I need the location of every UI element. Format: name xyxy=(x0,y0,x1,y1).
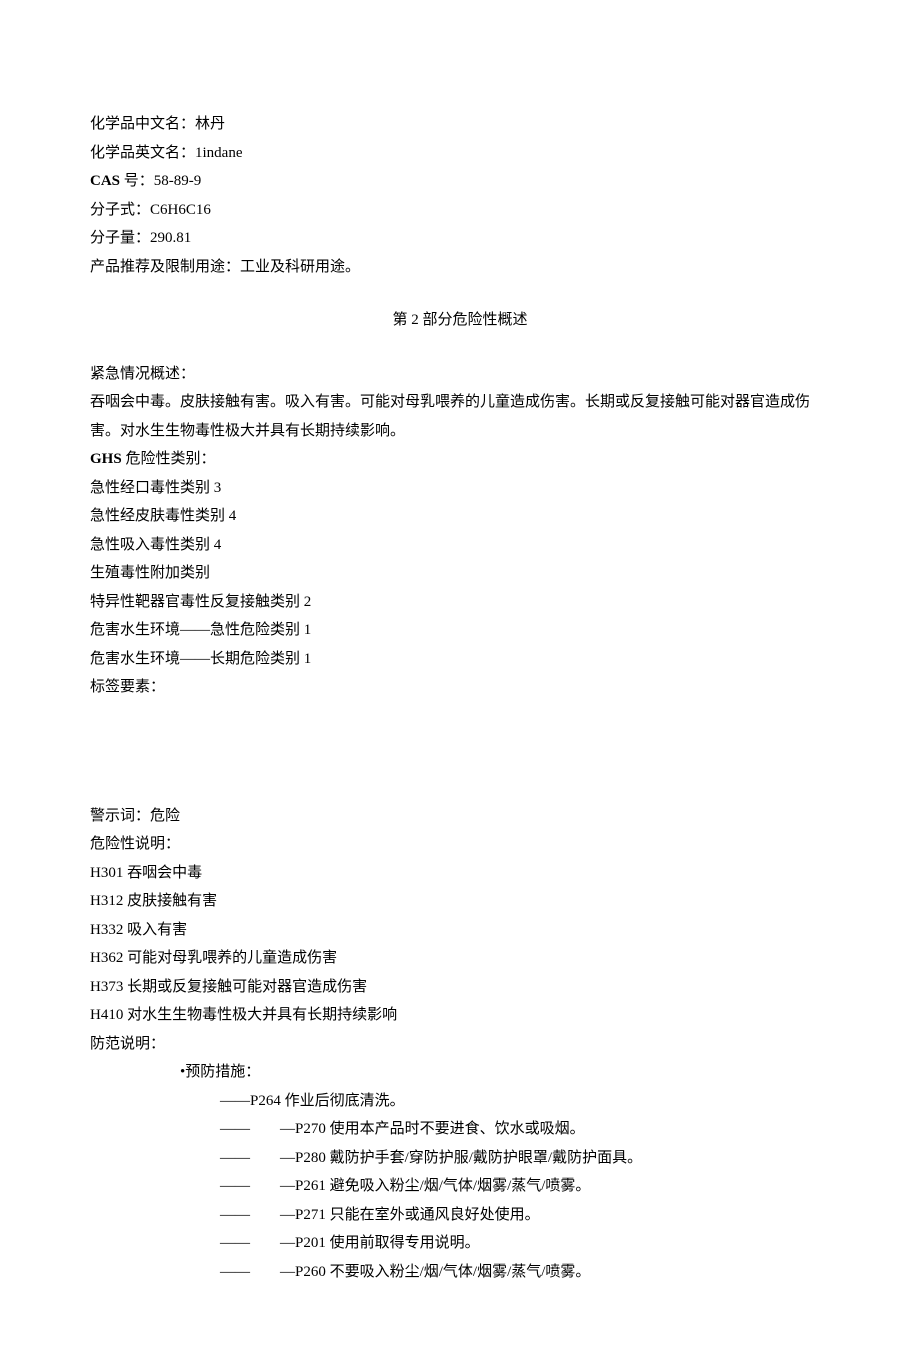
mw-row: 分子量：290.81 xyxy=(90,224,830,253)
cas-label-cn: 号： xyxy=(120,173,154,189)
prevention-item: —— —P201 使用前取得专用说明。 xyxy=(90,1229,830,1258)
precautionary-label: 防范说明： xyxy=(90,1030,830,1059)
formula-value: C6H6C16 xyxy=(150,202,211,218)
prevention-item: —— —P261 避免吸入粉尘/烟/气体/烟雾/蒸气/喷雾。 xyxy=(90,1172,830,1201)
cas-row: CAS 号：58-89-9 xyxy=(90,167,830,196)
formula-row: 分子式：C6H6C16 xyxy=(90,196,830,225)
cas-value: 58-89-9 xyxy=(154,173,202,189)
hazard-item: H362 可能对母乳喂养的儿童造成伤害 xyxy=(90,944,830,973)
mw-value: 290.81 xyxy=(150,230,191,246)
formula-label: 分子式： xyxy=(90,202,150,218)
prevention-item: —— —P280 戴防护手套/穿防护服/戴防护眼罩/戴防护面具。 xyxy=(90,1144,830,1173)
hazard-item: H373 长期或反复接触可能对器官造成伤害 xyxy=(90,973,830,1002)
hazard-label: 危险性说明： xyxy=(90,830,830,859)
signal-word: 警示词：危险 xyxy=(90,802,830,831)
usage-row: 产品推荐及限制用途：工业及科研用途。 xyxy=(90,253,830,282)
cas-label: CAS xyxy=(90,173,120,189)
hazard-item: H301 吞咽会中毒 xyxy=(90,859,830,888)
ghs-label-bold: GHS xyxy=(90,451,122,467)
mw-label: 分子量： xyxy=(90,230,150,246)
emergency-label: 紧急情况概述： xyxy=(90,360,830,389)
ghs-category: 急性经皮肤毒性类别 4 xyxy=(90,502,830,531)
chinese-name-value: 林丹 xyxy=(195,116,225,132)
chinese-name-row: 化学品中文名：林丹 xyxy=(90,110,830,139)
english-name-value: 1indane xyxy=(195,145,242,161)
ghs-label-cn: 危险性类别： xyxy=(122,451,216,467)
section-2-title: 第 2 部分危险性概述 xyxy=(90,306,830,335)
prevention-item: —— —P260 不要吸入粉尘/烟/气体/烟雾/蒸气/喷雾。 xyxy=(90,1258,830,1287)
prevention-header: •预防措施： xyxy=(90,1058,830,1087)
pictogram-placeholder xyxy=(90,702,830,802)
ghs-category: 急性经口毒性类别 3 xyxy=(90,474,830,503)
hazard-item: H312 皮肤接触有害 xyxy=(90,887,830,916)
ghs-category: 特异性靶器官毒性反复接触类别 2 xyxy=(90,588,830,617)
ghs-category: 危害水生环境——急性危险类别 1 xyxy=(90,616,830,645)
usage-value: 工业及科研用途。 xyxy=(240,259,360,275)
emergency-text: 吞咽会中毒。皮肤接触有害。吸入有害。可能对母乳喂养的儿童造成伤害。长期或反复接触… xyxy=(90,388,830,445)
hazard-item: H410 对水生生物毒性极大并具有长期持续影响 xyxy=(90,1001,830,1030)
prevention-item: ——P264 作业后彻底清洗。 xyxy=(90,1087,830,1116)
hazard-item: H332 吸入有害 xyxy=(90,916,830,945)
ghs-category: 生殖毒性附加类别 xyxy=(90,559,830,588)
ghs-label-row: GHS 危险性类别： xyxy=(90,445,830,474)
english-name-row: 化学品英文名：1indane xyxy=(90,139,830,168)
prevention-item: —— —P270 使用本产品时不要进食、饮水或吸烟。 xyxy=(90,1115,830,1144)
label-elements: 标签要素： xyxy=(90,673,830,702)
chinese-name-label: 化学品中文名： xyxy=(90,116,195,132)
ghs-category: 急性吸入毒性类别 4 xyxy=(90,531,830,560)
ghs-category: 危害水生环境——长期危险类别 1 xyxy=(90,645,830,674)
usage-label: 产品推荐及限制用途： xyxy=(90,259,240,275)
english-name-label: 化学品英文名： xyxy=(90,145,195,161)
prevention-item: —— —P271 只能在室外或通风良好处使用。 xyxy=(90,1201,830,1230)
